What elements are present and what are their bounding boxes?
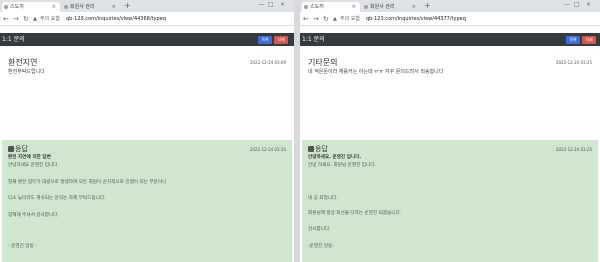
security-status[interactable]: 주의 요함 — [40, 15, 60, 23]
close-tab-icon[interactable]: × — [112, 2, 116, 12]
close-window-icon[interactable]: × — [586, 1, 591, 8]
browser-window-left: 스도끼 × 회원사 관리 × + — □ × ← → ↻ ▲ 주의 요함 qb-… — [0, 0, 294, 262]
reply-icon — [308, 146, 314, 152]
answer-line: 감사합니다. — [308, 227, 331, 232]
tab-title: 회원사 관리 — [370, 4, 395, 10]
answer-line: 네 공 되었니다. — [308, 196, 338, 201]
browser-window-right: 스도끼 × 회원사 관리 × + — □ × ← → ↻ ▲ 주의 요함 qb-… — [300, 0, 600, 262]
forward-arrow-icon[interactable]: → — [313, 14, 319, 24]
answer-heading-label: 응답 — [15, 145, 28, 153]
question-date: 2022-12-24 03:09 — [249, 60, 286, 65]
delete-button[interactable]: 삭제 — [274, 36, 288, 44]
tab-second[interactable]: 회원사 관리 × — [62, 2, 120, 12]
tab-active[interactable]: 스도끼 × — [2, 2, 60, 12]
answer-subject: 안녕하세요, 운영진 입니다. — [308, 155, 362, 160]
answer-line: 양해해 주셔서 감사합니다. — [8, 213, 59, 218]
warning-icon: ▲ — [333, 16, 337, 22]
tab-strip: 스도끼 × 회원사 관리 × + — □ × — [0, 0, 294, 12]
maximize-icon[interactable]: □ — [268, 1, 274, 8]
question-card: 환전지연 2022-12-24 03:09 환전부탁드립니다 — [2, 52, 292, 138]
question-title: 환전지연 — [8, 58, 38, 67]
tab-second[interactable]: 회원사 관리 × — [362, 2, 420, 12]
favicon-icon — [4, 5, 8, 9]
back-arrow-icon[interactable]: ← — [303, 14, 309, 24]
question-title: 기타문의 — [308, 58, 338, 67]
tab-strip: 스도끼 × 회원사 관리 × + — □ × — [300, 0, 600, 12]
tab-active[interactable]: 스도끼 × — [302, 2, 360, 12]
question-card: 기타문의 2022-12-24 03:25 네 적은돈이라 재롤커는 아는데 ㅠ… — [302, 52, 598, 138]
answer-line: 회원님께 항상 최선을 다하는 운영진 되겠습니다. — [308, 211, 402, 216]
list-button[interactable]: 목록 — [258, 36, 272, 44]
answer-line: 현재 환전 업무가 대량으로 발생하여 모든 회원이 순차적으로 진행이 되는 … — [8, 180, 167, 185]
close-window-icon[interactable]: × — [280, 1, 285, 8]
answer-heading-label: 응답 — [315, 145, 328, 153]
tab-title: 스도끼 — [10, 4, 24, 10]
question-date: 2022-12-24 03:25 — [555, 60, 592, 65]
favicon-icon — [64, 5, 68, 9]
reload-icon[interactable]: ↻ — [323, 14, 329, 24]
new-tab-plus-icon[interactable]: + — [424, 1, 431, 11]
page-title: 1:1 문의 — [2, 36, 25, 43]
back-arrow-icon[interactable]: ← — [3, 14, 9, 24]
reload-icon[interactable]: ↻ — [23, 14, 29, 24]
answer-heading: 응답 — [308, 145, 328, 154]
address-bar[interactable]: qb-123.com/inquiries/view/44368/typeq — [66, 15, 166, 23]
favicon-icon — [364, 5, 368, 9]
close-tab-icon[interactable]: × — [412, 2, 416, 12]
delete-button[interactable]: 삭제 — [582, 36, 596, 44]
tab-title: 회원사 관리 — [70, 4, 95, 10]
favicon-icon — [304, 5, 308, 9]
answer-subject: 환전 지연에 의한 답변 — [8, 155, 51, 160]
answer-date: 2022-12-24 03:25 — [555, 147, 592, 152]
answer-line: 안녕하세요 운영진 입니다. — [8, 163, 59, 168]
answer-heading: 응답 — [8, 145, 28, 154]
close-tab-icon[interactable]: × — [52, 2, 56, 12]
security-status[interactable]: 주의 요함 — [340, 15, 360, 23]
answer-line: 다소 늦더라도 계속되는 문의는 자제 부탁드립니다. — [8, 196, 106, 201]
new-tab-plus-icon[interactable]: + — [124, 1, 131, 11]
forward-arrow-icon[interactable]: → — [13, 14, 19, 24]
browser-toolbar: ← → ↻ ▲ 주의 요함 qb-123.com/inquiries/view/… — [300, 12, 600, 26]
warning-icon: ▲ — [33, 16, 37, 22]
answer-line: 안녕 하세요. 회원님 운영진 입니다. — [308, 163, 376, 168]
minimize-icon[interactable]: — — [564, 1, 570, 8]
minimize-icon[interactable]: — — [258, 1, 264, 8]
answer-date: 2022-12-24 03:30 — [249, 147, 286, 152]
answer-card: 응답 2022-12-24 03:30 환전 지연에 의한 답변 안녕하세요 운… — [2, 140, 292, 262]
answer-card: 응답 2022-12-24 03:25 안녕하세요, 운영진 입니다. 안녕 하… — [302, 140, 598, 262]
answer-signature: -운영진 일동- — [308, 244, 334, 249]
question-body: 네 적은돈이라 재롤커는 아는데 ㅠㅠ 자꾸 문의드려서 죄송합니다 — [308, 69, 444, 75]
address-bar[interactable]: qb-123.com/inquiries/view/44377/typeq — [366, 15, 466, 23]
app-header: 1:1 문의 목록 삭제 — [300, 33, 600, 46]
reply-icon — [8, 146, 14, 152]
page-title: 1:1 문의 — [302, 36, 325, 43]
maximize-icon[interactable]: □ — [574, 1, 580, 8]
close-tab-icon[interactable]: × — [352, 2, 356, 12]
question-body: 환전부탁드립니다 — [8, 69, 45, 75]
app-header: 1:1 문의 목록 삭제 — [0, 33, 294, 46]
browser-toolbar: ← → ↻ ▲ 주의 요함 qb-123.com/inquiries/view/… — [0, 12, 294, 26]
answer-signature: - 운영진 일동 - — [8, 244, 37, 249]
tab-title: 스도끼 — [310, 4, 324, 10]
list-button[interactable]: 목록 — [566, 36, 580, 44]
